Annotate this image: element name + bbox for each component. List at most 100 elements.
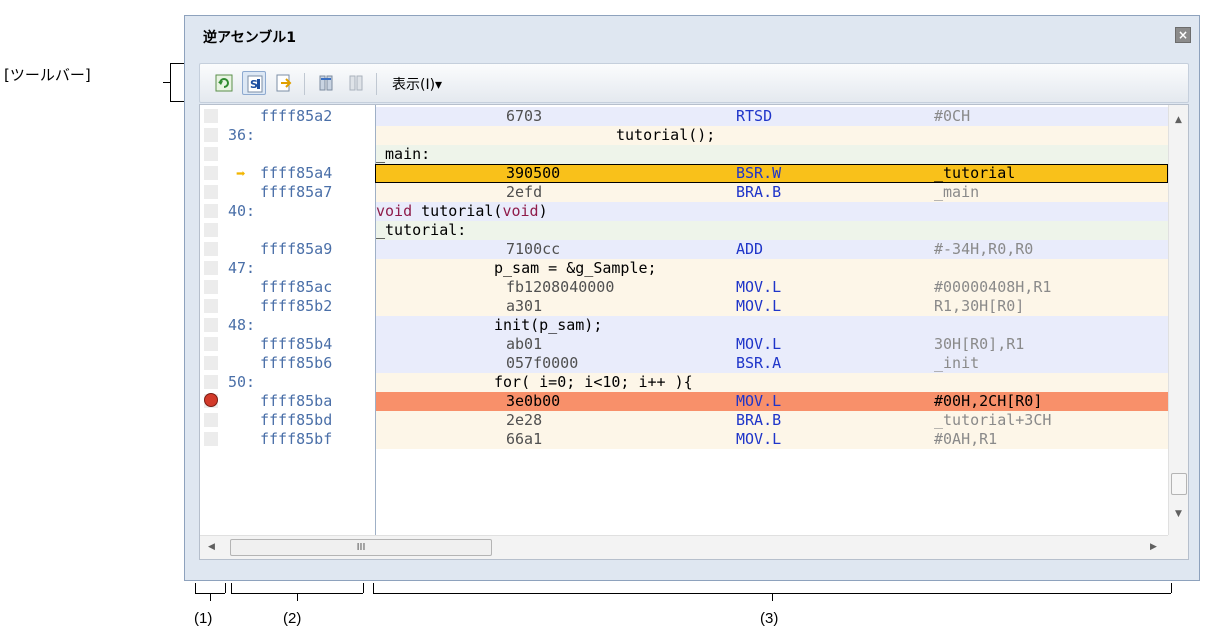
address-cell: ffff85b2 (260, 297, 333, 315)
disassembly-row[interactable]: ffff85bd 2e28 BRA.B _tutorial+3CH (200, 411, 1168, 430)
line-number-cell: 47: (228, 259, 256, 277)
disassembly-row[interactable]: ffff85a9 7100cc ADD #-34H,R0,R0 (200, 240, 1168, 259)
disassembly-row[interactable]: ffff85b2 a301 MOV.L R1,30H[R0] (200, 297, 1168, 316)
mnemonic-cell: MOV.L (736, 430, 782, 448)
address-cell: ffff85ac (260, 278, 333, 296)
code-bytes-cell: 2efd (506, 183, 543, 201)
jump-button[interactable] (272, 71, 296, 95)
step-over-button[interactable] (344, 71, 368, 95)
mixed-display-button[interactable]: S (242, 71, 266, 95)
title-bar: 逆アセンブル1 × (185, 16, 1199, 54)
code-bytes-cell: 057f0000 (506, 354, 579, 372)
jump-icon (276, 74, 292, 92)
disassembly-row[interactable]: ffff85b4 ab01 MOV.L 30H[R0],R1 (200, 335, 1168, 354)
source-row[interactable]: 50: for( i=0; i<10; i++ ){ (200, 373, 1168, 392)
mnemonic-cell: BSR.W (736, 164, 782, 182)
mnemonic-cell: MOV.L (736, 297, 782, 315)
vertical-scrollbar[interactable]: ▲ ▼ (1168, 105, 1188, 535)
code-bytes-cell: 2e28 (506, 411, 543, 429)
code-bytes-cell: 3e0b00 (506, 392, 561, 410)
scroll-left-icon[interactable]: ◀ (208, 542, 215, 552)
source-text-cell: for( i=0; i<10; i++ ){ (494, 373, 693, 391)
mnemonic-cell: ADD (736, 240, 764, 258)
address-cell: ffff85a4 (260, 164, 333, 182)
code-bytes-cell: 6703 (506, 107, 543, 125)
code-bytes-cell: 66a1 (506, 430, 543, 448)
mixed-display-icon: S (247, 75, 263, 93)
label-text-cell: _main: (376, 145, 431, 163)
line-number-cell: 48: (228, 316, 256, 334)
label-row[interactable]: _tutorial: (200, 221, 1168, 240)
address-cell: ffff85bd (260, 411, 333, 429)
mnemonic-cell: MOV.L (736, 335, 782, 353)
mnemonic-cell: BSR.A (736, 354, 782, 372)
source-row[interactable]: 48: init(p_sam); (200, 316, 1168, 335)
source-row[interactable]: 36: tutorial(); (200, 126, 1168, 145)
step-in-icon (319, 75, 333, 91)
line-number-cell: 40: (228, 202, 256, 220)
source-row[interactable]: 47: p_sam = &g_Sample; (200, 259, 1168, 278)
address-cell: ffff85ba (260, 392, 333, 410)
line-number-cell: 36: (228, 126, 256, 144)
line-number-cell: 50: (228, 373, 256, 391)
operand-cell: _tutorial (934, 164, 1016, 182)
operand-cell: #0CH (934, 107, 971, 125)
toolbar: S 表示(I)▾ (199, 63, 1189, 103)
breakpoint-icon[interactable] (204, 393, 218, 407)
code-bytes-cell: 7100cc (506, 240, 561, 258)
mnemonic-cell: MOV.L (736, 278, 782, 296)
source-row[interactable]: 40: void tutorial(void) (200, 202, 1168, 221)
source-text-cell: init(p_sam); (494, 316, 603, 334)
disassembly-row[interactable]: ffff85ba 3e0b00 MOV.L #00H,2CH[R0] (200, 392, 1168, 411)
operand-cell: _init (934, 354, 980, 372)
step-in-button[interactable] (314, 71, 338, 95)
source-text-cell: void tutorial(void) (376, 202, 548, 220)
code-bytes-cell: a301 (506, 297, 543, 315)
mnemonic-cell: MOV.L (736, 392, 782, 410)
disassembly-row[interactable]: ffff85bf 66a1 MOV.L #0AH,R1 (200, 430, 1168, 449)
view-menu[interactable]: 表示(I)▾ (392, 74, 442, 94)
address-cell: ffff85a7 (260, 183, 333, 201)
scroll-up-icon[interactable]: ▲ (1175, 115, 1182, 125)
window-title: 逆アセンブル1 (203, 30, 297, 46)
disassembly-row[interactable]: ffff85a7 2efd BRA.B _main (200, 183, 1168, 202)
refresh-icon (215, 74, 233, 92)
area-label-2: (2) (283, 610, 302, 627)
step-over-icon (349, 75, 363, 91)
operand-cell: 30H[R0],R1 (934, 335, 1025, 353)
horizontal-scrollbar[interactable]: ◀ III ▶ (200, 535, 1168, 559)
area-label-1: (1) (194, 610, 213, 627)
source-text-cell: p_sam = &g_Sample; (494, 259, 657, 277)
mnemonic-cell: BRA.B (736, 411, 782, 429)
code-bytes-cell: 390500 (506, 164, 561, 182)
operand-cell: R1,30H[R0] (934, 297, 1025, 315)
scroll-right-icon[interactable]: ▶ (1150, 542, 1157, 552)
toolbar-bracket (170, 63, 171, 101)
refresh-button[interactable] (212, 71, 236, 95)
svg-text:S: S (250, 78, 258, 91)
disassembly-row[interactable]: ffff85a2 6703 RTSD #0CH (200, 107, 1168, 126)
code-area[interactable]: ffff85a2 6703 RTSD #0CH 36: tutorial(); _main:… (200, 105, 1168, 535)
operand-cell: _tutorial+3CH (934, 411, 1052, 429)
mnemonic-cell: RTSD (736, 107, 773, 125)
label-row[interactable]: _main: (200, 145, 1168, 164)
horizontal-scroll-thumb[interactable]: III (230, 539, 492, 556)
disassembly-row[interactable]: ffff85b6 057f0000 BSR.A _init (200, 354, 1168, 373)
operand-cell: #00H,2CH[R0] (934, 392, 1043, 410)
address-cell: ffff85b6 (260, 354, 333, 372)
code-bytes-cell: fb1208040000 (506, 278, 615, 296)
address-cell: ffff85b4 (260, 335, 333, 353)
disassembly-window: 逆アセンブル1 × S 表示(I)▾ ffff85a2 6703 RTSD #0… (184, 15, 1200, 581)
operand-cell: #00000408H,R1 (934, 278, 1052, 296)
area-label-3: (3) (760, 610, 779, 627)
disassembly-row[interactable]: ffff85ac fb1208040000 MOV.L #00000408H,R1 (200, 278, 1168, 297)
label-text-cell: _tutorial: (376, 221, 467, 239)
source-text-cell: tutorial(); (616, 126, 716, 144)
operand-cell: #-34H,R0,R0 (934, 240, 1034, 258)
close-icon[interactable]: × (1175, 27, 1191, 43)
code-bytes-cell: ab01 (506, 335, 543, 353)
disassembly-row[interactable]: ffff85a4 390500 BSR.W _tutorial ➡ (200, 164, 1168, 183)
scroll-down-icon[interactable]: ▼ (1175, 509, 1182, 519)
vertical-scroll-thumb[interactable] (1171, 473, 1187, 495)
operand-cell: _main (934, 183, 980, 201)
